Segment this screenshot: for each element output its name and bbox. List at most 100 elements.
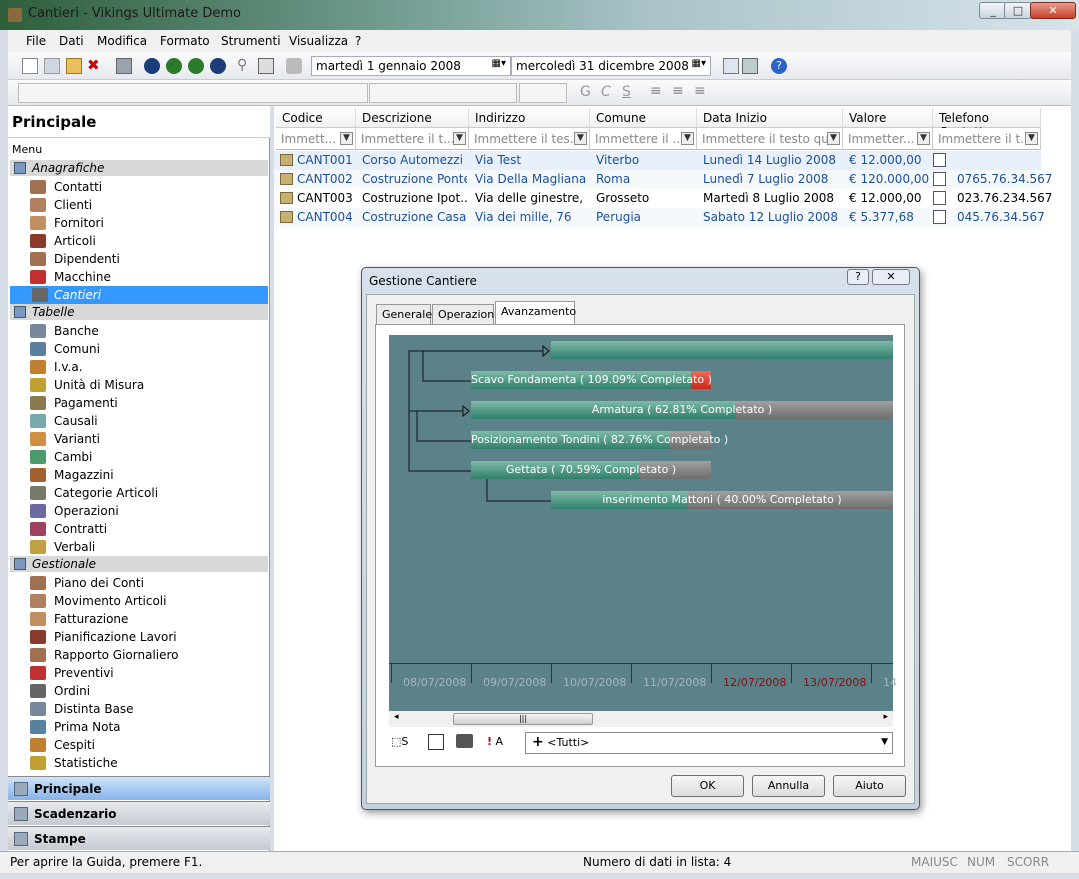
sidebar-item-i-v-a-[interactable]: I.v.a. — [30, 358, 83, 376]
delete-icon[interactable]: ✖ — [87, 58, 103, 74]
sidebar-item-verbali[interactable]: Verbali — [30, 538, 95, 556]
table-row[interactable]: CANT003 Costruzione Ipot... Via delle gine… — [274, 189, 1052, 208]
filter-icon[interactable]: ▼ — [574, 132, 587, 145]
column-filter-input[interactable]: Immettere il t... ▼ — [933, 128, 1041, 150]
copy-icon[interactable] — [44, 58, 60, 74]
menu-visualizza[interactable]: Visualizza — [289, 34, 348, 48]
gantt-task-bar[interactable]: Gettata ( 70.59% Completato ) — [471, 461, 711, 479]
sidebar-item-contratti[interactable]: Contratti — [30, 520, 107, 538]
nav-stampe[interactable]: Stampe — [8, 826, 270, 850]
sidebar-item-varianti[interactable]: Varianti — [30, 430, 100, 448]
print-icon[interactable] — [742, 58, 758, 74]
gantt-task-bar[interactable]: Posizionamento Tondini ( 82.76% Completa… — [471, 431, 728, 449]
sidebar-item-dipendenti[interactable]: Dipendenti — [30, 250, 120, 268]
font-name-select[interactable] — [18, 83, 368, 103]
new-icon[interactable] — [22, 58, 38, 74]
sidebar-item-causali[interactable]: Causali — [30, 412, 98, 430]
sidebar-group-anagrafiche[interactable]: Anagrafiche — [10, 160, 268, 176]
column-header-codice[interactable]: Codice — [276, 108, 356, 128]
calculator-icon[interactable] — [258, 58, 274, 74]
filter-icon[interactable]: ▼ — [681, 132, 694, 145]
nav-scadenzario[interactable]: Scadenzario — [8, 801, 270, 825]
table-row[interactable]: CANT002 Costruzione Ponte Via Della Maglia… — [274, 170, 1052, 189]
sidebar-item-banche[interactable]: Banche — [30, 322, 99, 340]
print-preview-icon[interactable] — [723, 58, 739, 74]
sidebar-item-macchine[interactable]: Macchine — [30, 268, 111, 286]
sidebar-item-categorie-articoli[interactable]: Categorie Articoli — [30, 484, 158, 502]
sidebar-item-unit-di-misura[interactable]: Unità di Misura — [30, 376, 144, 394]
scroll-right-icon[interactable]: ▸ — [883, 712, 888, 722]
sidebar-item-prima-nota[interactable]: Prima Nota — [30, 718, 121, 736]
sidebar-item-cambi[interactable]: Cambi — [30, 448, 92, 466]
cancel-button[interactable]: Annulla — [752, 775, 825, 797]
column-header-telefono-contatto[interactable]: Telefono Contatto — [933, 108, 1041, 139]
alert-tool[interactable]: ! A — [487, 735, 503, 748]
filter-icon[interactable]: ▼ — [827, 132, 840, 145]
italic-icon[interactable]: C — [601, 84, 611, 100]
column-filter-input[interactable]: Immettere il ... ▼ — [590, 128, 697, 150]
filter-select[interactable]: + <Tutti> ▼ — [525, 732, 893, 754]
previous-record-icon[interactable] — [166, 58, 182, 74]
bold-icon[interactable]: G — [580, 84, 591, 100]
sidebar-item-operazioni[interactable]: Operazioni — [30, 502, 119, 520]
sidebar-item-clienti[interactable]: Clienti — [30, 196, 92, 214]
sidebar-item-pagamenti[interactable]: Pagamenti — [30, 394, 118, 412]
align-right-icon[interactable]: ≡ — [694, 83, 706, 99]
font-style-select[interactable] — [369, 83, 517, 103]
filter-icon[interactable]: ▼ — [453, 132, 466, 145]
minimize-button[interactable]: _ — [979, 2, 1007, 19]
close-button[interactable]: ✕ — [1030, 2, 1076, 19]
column-header-indirizzo[interactable]: Indirizzo — [469, 108, 590, 128]
scroll-left-icon[interactable]: ◂ — [394, 712, 399, 722]
date-to-field[interactable]: mercoledì 31 dicembre 2008 ▦▾ — [511, 56, 711, 76]
date-from-field[interactable]: martedì 1 gennaio 2008 ▦▾ — [311, 56, 511, 76]
column-header-comune[interactable]: Comune — [590, 108, 697, 128]
column-filter-input[interactable]: Immettere il t... ▼ — [356, 128, 469, 150]
sidebar-item-articoli[interactable]: Articoli — [30, 232, 96, 250]
column-filter-input[interactable]: Immett... ▼ — [276, 128, 356, 150]
column-header-descrizione[interactable]: Descrizione — [356, 108, 469, 128]
align-left-icon[interactable]: ≡ — [650, 83, 662, 99]
zoom-select-tool[interactable]: ⬚S — [391, 735, 408, 748]
sidebar-item-statistiche[interactable]: Statistiche — [30, 754, 118, 772]
maximize-button[interactable]: □ — [1004, 2, 1032, 19]
first-record-icon[interactable] — [144, 58, 160, 74]
last-record-icon[interactable] — [210, 58, 226, 74]
tab-generale[interactable]: Generale — [376, 304, 432, 324]
sidebar-item-distinta-base[interactable]: Distinta Base — [30, 700, 134, 718]
filter-icon[interactable]: ▼ — [1025, 132, 1038, 145]
tab-operazioni[interactable]: Operazioni — [432, 304, 497, 324]
sidebar-item-comuni[interactable]: Comuni — [30, 340, 100, 358]
sidebar-item-pianificazione-lavori[interactable]: Pianificazione Lavori — [30, 628, 177, 646]
table-row[interactable]: CANT004 Costruzione Casa Via dei mille, 76… — [274, 208, 1045, 227]
sidebar-item-preventivi[interactable]: Preventivi — [30, 664, 114, 682]
dialog-help-button[interactable]: ? — [847, 269, 869, 285]
calendar-dropdown-icon[interactable]: ▦▾ — [692, 58, 706, 69]
print-icon[interactable] — [456, 734, 473, 748]
sidebar-item-fatturazione[interactable]: Fatturazione — [30, 610, 128, 628]
gantt-task-bar[interactable]: Armatura ( 62.81% Completato ) — [471, 401, 893, 419]
sidebar-item-cantieri[interactable]: Cantieri — [10, 286, 268, 304]
column-filter-input[interactable]: Immettere il testo qui ▼ — [697, 128, 843, 150]
sidebar-item-piano-dei-conti[interactable]: Piano dei Conti — [30, 574, 144, 592]
gantt-task-bar[interactable] — [551, 341, 893, 359]
sidebar-item-fornitori[interactable]: Fornitori — [30, 214, 104, 232]
underline-icon[interactable]: S — [622, 84, 631, 100]
open-folder-icon[interactable] — [66, 58, 82, 74]
column-filter-input[interactable]: Immettere il tes... ▼ — [469, 128, 590, 150]
help-button[interactable]: Aiuto — [833, 775, 906, 797]
nav-principale[interactable]: Principale — [8, 776, 270, 800]
sidebar-item-cespiti[interactable]: Cespiti — [30, 736, 95, 754]
sidebar-item-ordini[interactable]: Ordini — [30, 682, 90, 700]
column-header-valore[interactable]: Valore — [843, 108, 933, 128]
table-row[interactable]: CANT001 Corso Automezzi Via Test Viterbo Lun… — [274, 151, 1041, 170]
dialog-close-button[interactable]: ✕ — [872, 269, 910, 285]
calendar-dropdown-icon[interactable]: ▦▾ — [492, 58, 506, 69]
help-icon[interactable]: ? — [771, 58, 787, 74]
menu-modifica[interactable]: Modifica — [97, 34, 147, 48]
sidebar-item-rapporto-giornaliero[interactable]: Rapporto Giornaliero — [30, 646, 179, 664]
filter-icon[interactable]: ▼ — [340, 132, 353, 145]
column-filter-input[interactable]: Immetter... ▼ — [843, 128, 933, 150]
menu-formato[interactable]: Formato — [160, 34, 210, 48]
column-header-data-inizio[interactable]: Data Inizio — [697, 108, 843, 128]
